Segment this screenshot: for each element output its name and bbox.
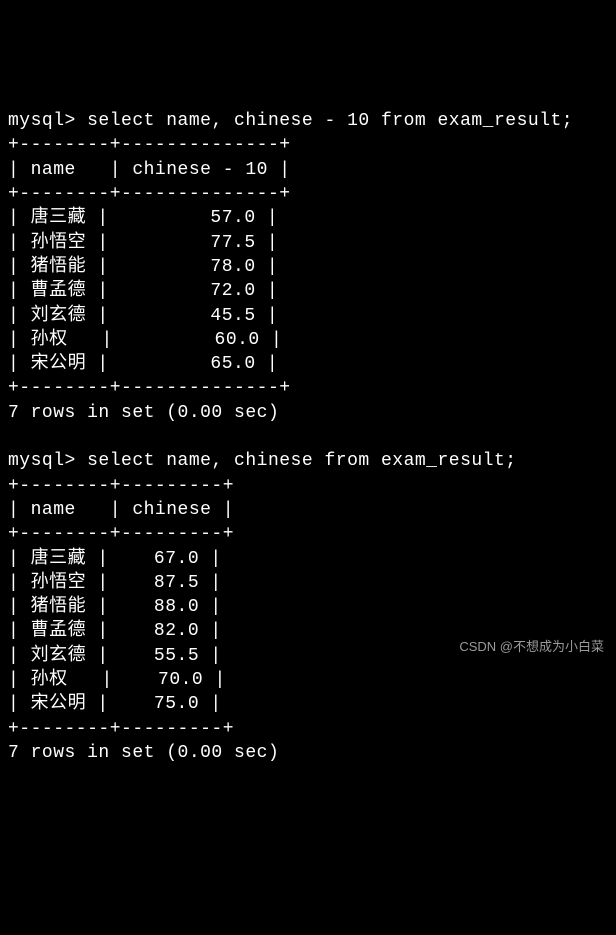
table-border: +--------+---------+ (8, 476, 234, 496)
terminal-output: mysql> select name, chinese - 10 from ex… (8, 109, 608, 765)
table-row: | 孙权 | 70.0 | (8, 670, 226, 690)
sql-query: select name, chinese from exam_result; (87, 451, 516, 471)
mysql-prompt[interactable]: mysql> select name, chinese - 10 from ex… (8, 111, 573, 131)
table-header: | name | chinese | (8, 500, 234, 520)
table-row: | 唐三藏 | 67.0 | (8, 549, 222, 569)
table-border: +--------+--------------+ (8, 135, 291, 155)
table-row: | 宋公明 | 65.0 | (8, 354, 278, 374)
table-row: | 孙悟空 | 77.5 | (8, 233, 278, 253)
table-header: | name | chinese - 10 | (8, 160, 291, 180)
table-border: +--------+--------------+ (8, 184, 291, 204)
watermark: CSDN @不想成为小白菜 (459, 638, 604, 656)
table-border: +--------+--------------+ (8, 378, 291, 398)
table-row: | 宋公明 | 75.0 | (8, 694, 222, 714)
table-row: | 刘玄德 | 55.5 | (8, 646, 222, 666)
table-border: +--------+---------+ (8, 524, 234, 544)
table-row: | 孙权 | 60.0 | (8, 330, 282, 350)
mysql-prompt[interactable]: mysql> select name, chinese from exam_re… (8, 451, 517, 471)
sql-query: select name, chinese - 10 from exam_resu… (87, 111, 573, 131)
table-row: | 曹孟德 | 72.0 | (8, 281, 278, 301)
rows-summary: 7 rows in set (0.00 sec) (8, 403, 279, 423)
table-row: | 猪悟能 | 88.0 | (8, 597, 222, 617)
rows-summary: 7 rows in set (0.00 sec) (8, 743, 279, 763)
table-row: | 孙悟空 | 87.5 | (8, 573, 222, 593)
table-row: | 唐三藏 | 57.0 | (8, 208, 278, 228)
table-row: | 猪悟能 | 78.0 | (8, 257, 278, 277)
table-border: +--------+---------+ (8, 719, 234, 739)
table-row: | 刘玄德 | 45.5 | (8, 306, 278, 326)
table-row: | 曹孟德 | 82.0 | (8, 621, 222, 641)
